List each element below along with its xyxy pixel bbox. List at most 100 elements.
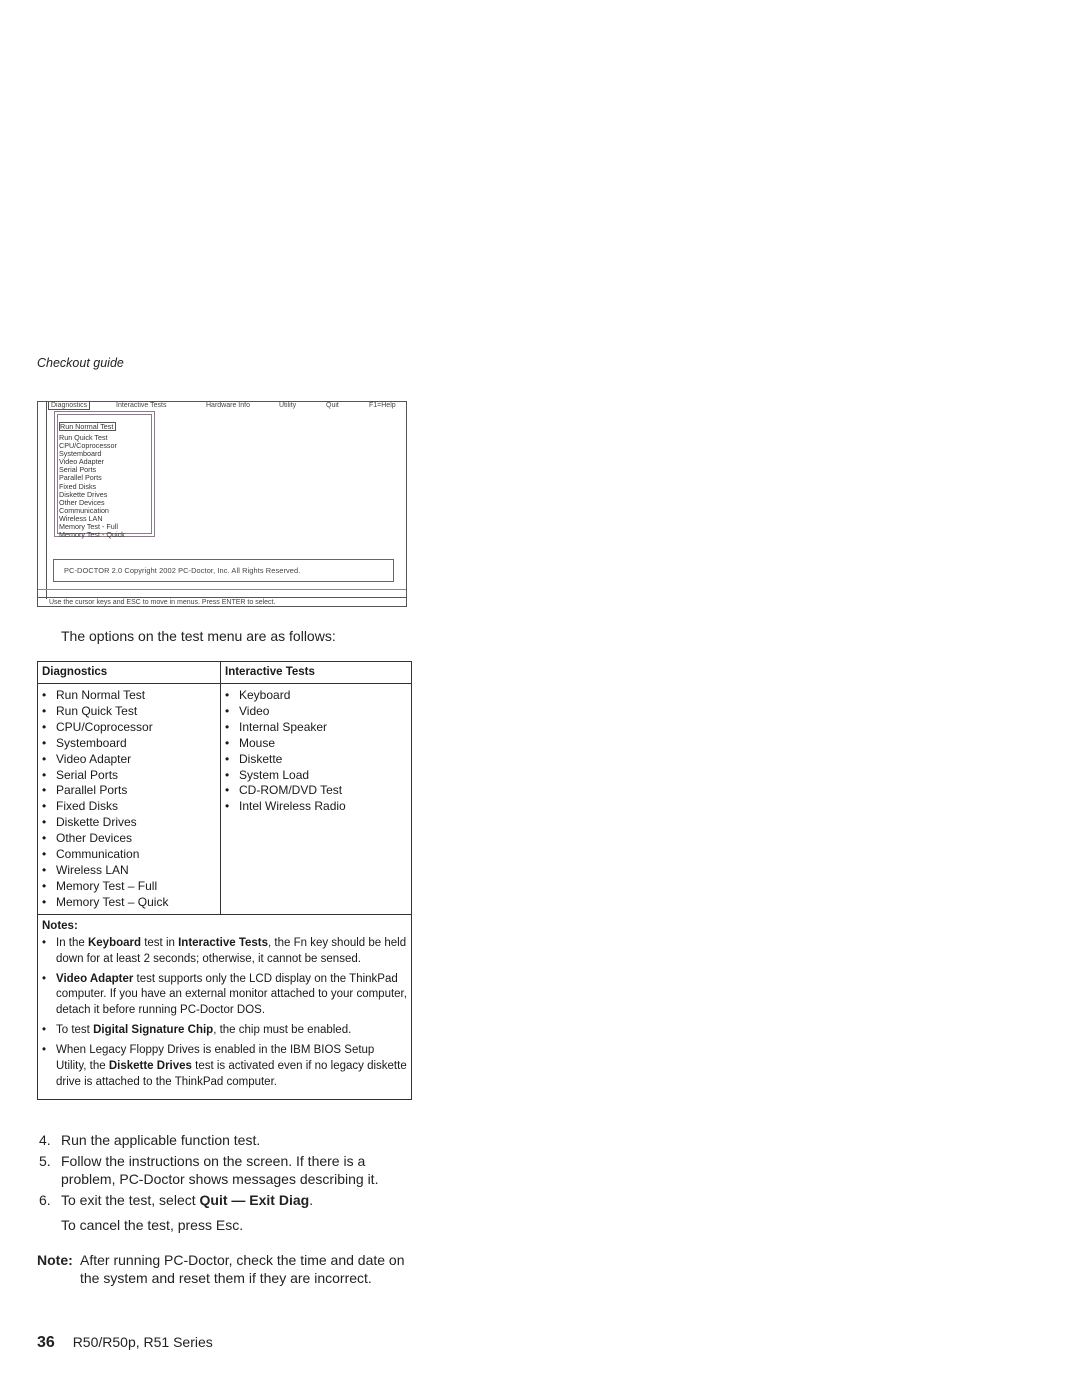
note-text: To test: [56, 1024, 94, 1037]
note-item: • Video Adapter test supports only the LC…: [42, 972, 407, 1020]
list-item: • Diskette Drives: [38, 815, 220, 831]
bullet-icon: •: [42, 815, 47, 830]
bullet-icon: •: [42, 878, 47, 893]
list-item-text: Wireless LAN: [56, 862, 129, 877]
interactive-column: • Keyboard • Video • Internal Speaker • Mouse • D…: [221, 684, 411, 914]
note-text-bold: Keyboard: [87, 936, 142, 949]
list-item: • Diskette: [221, 752, 411, 768]
menu-diagnostics[interactable]: Diagnostics: [48, 402, 91, 410]
step-number: 5.: [39, 1153, 51, 1169]
bullet-icon: •: [225, 751, 230, 766]
notes-title: Notes:: [42, 919, 78, 932]
header-diagnostics: Diagnostics: [38, 662, 221, 683]
bullet-icon: •: [225, 783, 230, 798]
list-item: • CPU/Coprocessor: [38, 720, 220, 736]
table-header: Diagnostics Interactive Tests: [38, 662, 411, 684]
bullet-icon: •: [42, 751, 47, 766]
step-text: Run the applicable function test.: [61, 1132, 261, 1148]
dropdown-list: Run Normal Test Run Quick Test CPU/Coproce…: [59, 416, 125, 539]
notes-section: Notes: • In the Keyboard test in Interact…: [38, 913, 411, 1099]
list-item: • Memory Test – Full: [38, 879, 220, 895]
list-item-text: Memory Test – Full: [56, 878, 158, 893]
list-item: • Run Quick Test: [38, 704, 220, 720]
list-item: • Internal Speaker: [221, 720, 411, 736]
note-text: After running PC-Doctor, check the time …: [80, 1252, 405, 1286]
page-number: 36: [37, 1334, 55, 1351]
step-text: To exit the test, select: [61, 1192, 200, 1208]
menu-hardware-info[interactable]: Hardware Info: [206, 402, 250, 410]
note-item: • To test Digital Signature Chip, the chi…: [42, 1023, 407, 1039]
step-number: 6.: [39, 1192, 51, 1208]
bullet-icon: •: [42, 703, 47, 718]
step-4: 4. Run the applicable function test.: [39, 1131, 419, 1149]
step-6: 6. To exit the test, select Quit — Exit …: [39, 1191, 419, 1234]
list-item: • Systemboard: [38, 736, 220, 752]
intro-text: The options on the test menu are as foll…: [61, 628, 336, 644]
menu-interactive-tests[interactable]: Interactive Tests: [116, 402, 166, 410]
list-item: • Communication: [38, 847, 220, 863]
note: Note: After running PC-Doctor, check the…: [37, 1251, 427, 1287]
bullet-icon: •: [225, 719, 230, 734]
list-item-text: CD-ROM/DVD Test: [239, 783, 343, 798]
list-item-text: Mouse: [239, 735, 276, 750]
note-item: • In the Keyboard test in Interactive Tes…: [42, 936, 407, 968]
bullet-icon: •: [42, 894, 47, 909]
list-item-text: Communication: [56, 847, 140, 862]
bullet-icon: •: [225, 703, 230, 718]
step-text-bold: Quit — Exit Diag: [199, 1192, 310, 1208]
list-item-text: System Load: [239, 767, 310, 782]
note-text-bold: Interactive Tests: [178, 936, 269, 949]
list-item: • CD-ROM/DVD Test: [221, 783, 411, 799]
note-item: • When Legacy Floppy Drives is enabled in…: [42, 1043, 407, 1091]
note-text: In the: [56, 936, 88, 949]
list-item: • Memory Test – Quick: [38, 895, 220, 911]
dropdown-item[interactable]: Memory Test - Quick: [59, 531, 125, 539]
table-body: • Run Normal Test • Run Quick Test • CPU/Copr…: [38, 684, 411, 914]
bullet-icon: •: [42, 783, 47, 798]
step-5: 5. Follow the instructions on the screen…: [39, 1152, 419, 1188]
menu-utility[interactable]: Utility: [279, 402, 296, 410]
bullet-icon: •: [42, 847, 47, 862]
steps-list: 4. Run the applicable function test. 5. …: [39, 1131, 419, 1237]
list-item: • Other Devices: [38, 831, 220, 847]
list-item-text: Intel Wireless Radio: [239, 799, 346, 814]
dropdown-item[interactable]: Run Normal Test: [59, 422, 117, 431]
list-item-text: Run Normal Test: [56, 688, 146, 702]
note-text-bold: Diskette Drives: [108, 1060, 192, 1073]
status-line: Use the cursor keys and ESC to move in m…: [49, 599, 276, 606]
footer-title: R50/R50p, R51 Series: [72, 1334, 213, 1350]
bullet-icon: •: [42, 719, 47, 734]
bullet-icon: •: [42, 1024, 47, 1037]
list-item: • Keyboard: [221, 688, 411, 704]
step-extra: To cancel the test, press Esc.: [61, 1217, 244, 1233]
list-item: • Video: [221, 704, 411, 720]
step-text: Follow the instructions on the screen. I…: [61, 1153, 379, 1187]
list-item-text: Run Quick Test: [56, 703, 138, 718]
list-item: • Video Adapter: [38, 752, 220, 768]
bullet-icon: •: [42, 972, 47, 985]
list-item: • Serial Ports: [38, 768, 220, 784]
list-item-text: Parallel Ports: [56, 783, 128, 798]
list-item-text: Memory Test – Quick: [56, 894, 169, 909]
list-item: • Wireless LAN: [38, 863, 220, 879]
list-item-text: Internal Speaker: [239, 719, 328, 734]
bullet-icon: •: [42, 767, 47, 782]
menu-quit[interactable]: Quit: [326, 402, 339, 410]
bullet-icon: •: [225, 735, 230, 750]
header-interactive-tests: Interactive Tests: [225, 666, 315, 678]
list-item: • Intel Wireless Radio: [221, 799, 411, 815]
section-title: Checkout guide: [37, 356, 124, 370]
step-number: 4.: [39, 1132, 51, 1148]
list-item-text: Other Devices: [56, 831, 133, 846]
frame-divider: [46, 402, 47, 599]
bullet-icon: •: [225, 688, 230, 702]
pc-doctor-screenshot: Diagnostics Interactive Tests Hardware I…: [37, 401, 407, 607]
diagnostics-dropdown: Run Normal Test Run Quick Test CPU/Coproce…: [54, 411, 155, 539]
note-text: test in: [141, 936, 179, 949]
divider: [38, 589, 406, 590]
list-item: • Run Normal Test: [38, 688, 220, 704]
list-item: • Mouse: [221, 736, 411, 752]
list-item-text: Keyboard: [239, 688, 291, 702]
menu-help[interactable]: F1=Help: [369, 402, 396, 410]
page-footer: 36 R50/R50p, R51 Series: [37, 1334, 213, 1352]
